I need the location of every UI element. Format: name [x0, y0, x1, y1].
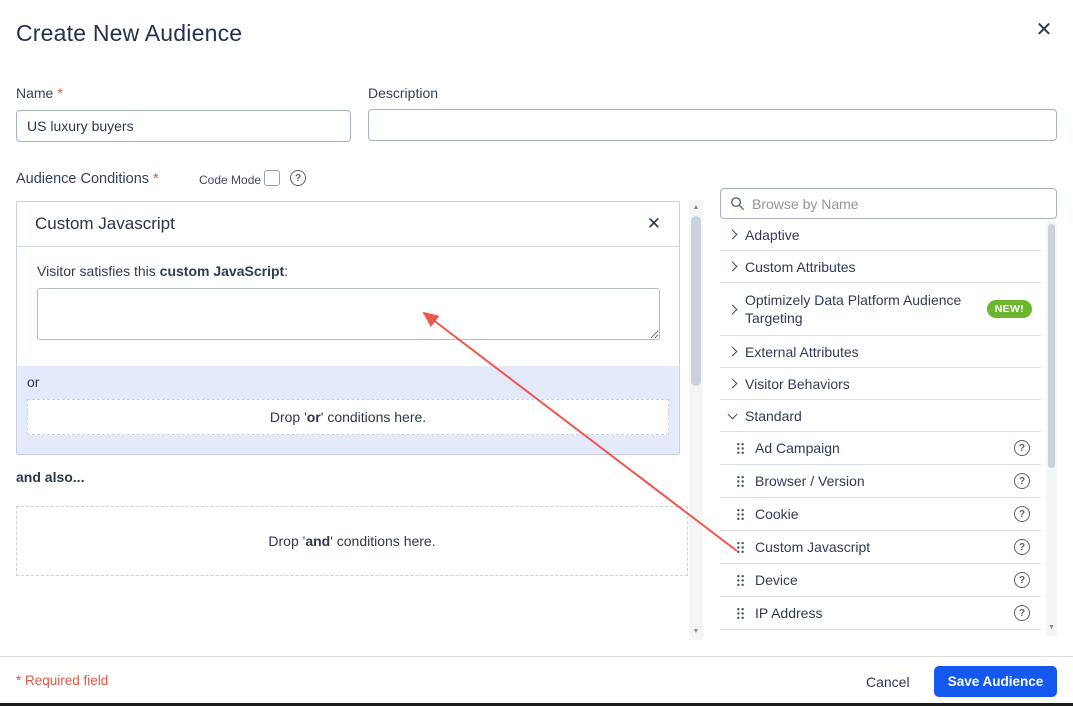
help-icon[interactable]: ? [1014, 506, 1030, 522]
condition-description-prefix: Visitor satisfies this [37, 263, 160, 279]
condition-card-body: Visitor satisfies this custom JavaScript… [17, 247, 679, 345]
condition-remove-icon[interactable]: ✕ [647, 214, 661, 234]
sidebar-group-adaptive[interactable]: Adaptive [720, 219, 1041, 251]
sidebar-group-visitor-behaviors[interactable]: Visitor Behaviors [720, 368, 1041, 400]
sidebar-item-ad-campaign[interactable]: Ad Campaign ? [720, 432, 1041, 465]
condition-search [720, 188, 1057, 219]
search-input[interactable] [752, 196, 1047, 212]
item-label: Ad Campaign [755, 440, 1004, 456]
and-also-label: and also... [16, 469, 84, 485]
sidebar-group-standard[interactable]: Standard [720, 400, 1041, 432]
close-icon[interactable]: ✕ [1029, 15, 1059, 45]
conditions-required-asterisk: * [153, 171, 159, 187]
chevron-down-icon [728, 409, 738, 419]
conditions-scrollbar[interactable]: ▲ ▼ [689, 200, 703, 640]
and-drop-zone[interactable]: Drop 'and' conditions here. [16, 506, 688, 576]
help-icon[interactable]: ? [1014, 440, 1030, 456]
sidebar-item-device[interactable]: Device ? [720, 564, 1041, 597]
condition-card-custom-javascript: Custom Javascript ✕ Visitor satisfies th… [16, 201, 680, 455]
name-field[interactable] [16, 110, 351, 142]
audience-conditions-label-text: Audience Conditions [16, 171, 149, 187]
help-icon[interactable]: ? [1014, 572, 1030, 588]
conditions-scrollbar-thumb[interactable] [691, 216, 701, 386]
condition-description-suffix: : [284, 263, 288, 279]
code-mode-label: Code Mode [199, 173, 261, 187]
group-label: Custom Attributes [745, 259, 856, 275]
chevron-right-icon [728, 304, 738, 314]
description-field[interactable] [368, 109, 1057, 141]
help-icon[interactable]: ? [1014, 473, 1030, 489]
sidebar-scrollbar-thumb[interactable] [1048, 224, 1055, 468]
drag-handle-icon [736, 475, 745, 488]
sidebar-scrollbar[interactable]: ▼ [1046, 222, 1057, 636]
condition-card-title: Custom Javascript [35, 214, 175, 234]
name-label: Name* [16, 85, 63, 101]
and-drop-text: Drop 'and' conditions here. [268, 533, 435, 549]
search-icon [730, 196, 745, 211]
item-label: Browser / Version [755, 473, 1004, 489]
drag-handle-icon [736, 574, 745, 587]
group-label: Visitor Behaviors [745, 376, 850, 392]
code-mode-help-icon[interactable]: ? [290, 170, 306, 186]
item-label: Custom Javascript [755, 539, 1004, 555]
scroll-up-icon[interactable]: ▲ [689, 202, 703, 214]
help-icon[interactable]: ? [1014, 539, 1030, 555]
required-field-note: * Required field [16, 673, 108, 688]
drag-handle-icon [736, 607, 745, 620]
or-label: or [27, 374, 669, 390]
chevron-right-icon [728, 262, 738, 272]
help-icon[interactable]: ? [1014, 605, 1030, 621]
name-label-text: Name [16, 85, 53, 101]
page-title: Create New Audience [16, 20, 242, 47]
custom-js-textarea[interactable] [37, 288, 660, 340]
drag-handle-icon [736, 541, 745, 554]
save-audience-button[interactable]: Save Audience [934, 666, 1057, 697]
sidebar-group-external-attributes[interactable]: External Attributes [720, 336, 1041, 368]
chevron-right-icon [728, 347, 738, 357]
audience-conditions-label: Audience Conditions* [16, 171, 159, 187]
sidebar-item-custom-javascript[interactable]: Custom Javascript ? [720, 531, 1041, 564]
condition-card-header: Custom Javascript ✕ [17, 202, 679, 247]
sidebar-group-custom-attributes[interactable]: Custom Attributes [720, 251, 1041, 283]
scroll-down-icon[interactable]: ▼ [689, 626, 703, 638]
item-label: Cookie [755, 506, 1004, 522]
or-drop-text: Drop 'or' conditions here. [270, 409, 426, 425]
sidebar-group-odp-audience-targeting[interactable]: Optimizely Data Platform Audience Target… [720, 283, 1041, 336]
description-label: Description [368, 85, 438, 101]
drag-handle-icon [736, 508, 745, 521]
code-mode-checkbox[interactable] [264, 170, 280, 186]
scroll-down-icon[interactable]: ▼ [1046, 622, 1057, 634]
item-label: Device [755, 572, 1004, 588]
condition-description: Visitor satisfies this custom JavaScript… [37, 263, 659, 279]
item-label: IP Address [755, 605, 1004, 621]
group-label: Standard [745, 408, 802, 424]
cancel-button[interactable]: Cancel [856, 668, 920, 696]
condition-library: Adaptive Custom Attributes Optimizely Da… [720, 219, 1041, 630]
chevron-right-icon [728, 379, 738, 389]
new-badge: NEW! [987, 300, 1032, 318]
or-section: or Drop 'or' conditions here. [17, 366, 679, 454]
group-label: External Attributes [745, 344, 859, 360]
group-label: Adaptive [745, 227, 799, 243]
name-required-asterisk: * [57, 85, 62, 101]
or-drop-zone[interactable]: Drop 'or' conditions here. [27, 399, 669, 435]
drag-handle-icon [736, 442, 745, 455]
sidebar-item-ip-address[interactable]: IP Address ? [720, 597, 1041, 630]
sidebar-item-cookie[interactable]: Cookie ? [720, 498, 1041, 531]
chevron-right-icon [728, 230, 738, 240]
group-label: Optimizely Data Platform Audience Target… [745, 291, 978, 327]
sidebar-item-browser-version[interactable]: Browser / Version ? [720, 465, 1041, 498]
condition-description-bold: custom JavaScript [160, 263, 285, 279]
